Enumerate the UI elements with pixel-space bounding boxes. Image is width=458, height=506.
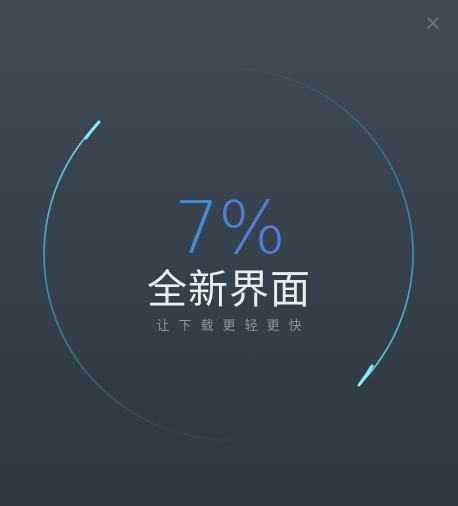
- progress-percent-sign: %: [217, 186, 286, 270]
- progress-percent: 7%: [0, 186, 458, 270]
- progress-ring-right-tip: [357, 364, 374, 387]
- update-splash-window: { "window": { "close_icon": "close-icon"…: [0, 0, 458, 506]
- headline-subtitle: 让下载更轻更快: [156, 319, 311, 334]
- headline-title: 全新界面: [147, 267, 311, 313]
- progress-ring-left-tip: [84, 120, 101, 140]
- progress-percent-number: 7: [173, 186, 220, 270]
